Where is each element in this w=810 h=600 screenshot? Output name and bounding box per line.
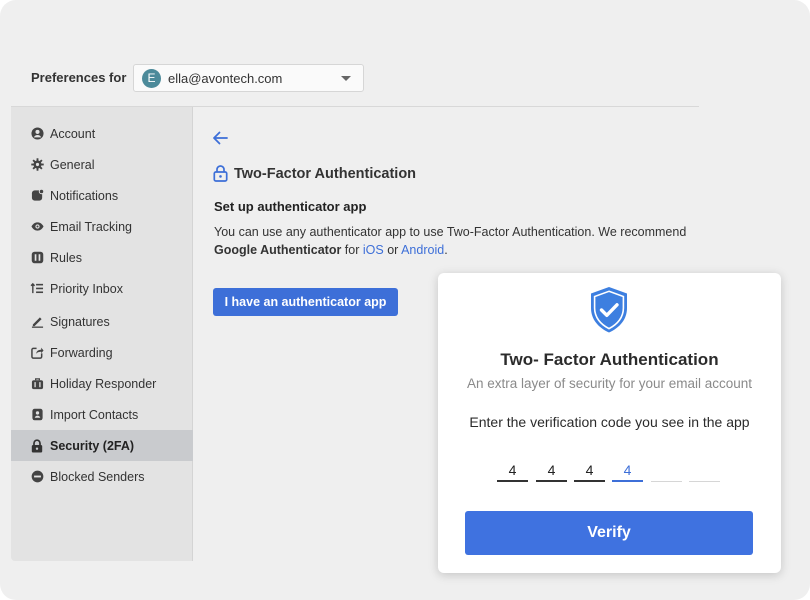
sidebar-item-priority-inbox[interactable]: Priority Inbox <box>11 273 193 304</box>
sidebar-item-email-tracking[interactable]: Email Tracking <box>11 211 193 242</box>
sidebar-item-general[interactable]: General <box>11 149 193 180</box>
app-window: Preferences for E ella@avontech.com Acco… <box>0 0 810 600</box>
code-digit-2[interactable]: 4 <box>536 462 567 482</box>
code-digit-1[interactable]: 4 <box>497 462 528 482</box>
forward-icon <box>30 346 44 360</box>
chevron-down-icon <box>341 76 351 81</box>
sidebar-item-label: Rules <box>50 250 82 265</box>
sidebar-item-label: Email Tracking <box>50 219 132 234</box>
setup-description: You can use any authenticator app to use… <box>214 223 694 259</box>
lock-icon <box>213 165 228 182</box>
sidebar-item-label: Notifications <box>50 188 119 203</box>
sidebar-item-label: Account <box>50 126 96 141</box>
account-icon <box>30 127 44 141</box>
android-link[interactable]: Android <box>401 243 444 257</box>
sidebar-item-label: Forwarding <box>50 345 113 360</box>
pen-icon <box>30 315 44 329</box>
sidebar: Account General Notifications Email Trac… <box>11 107 193 561</box>
sidebar-item-import-contacts[interactable]: Import Contacts <box>11 399 193 430</box>
priority-icon <box>30 282 44 296</box>
modal-subtitle: An extra layer of security for your emai… <box>466 376 753 391</box>
code-digit-6[interactable] <box>689 462 720 482</box>
sidebar-item-signatures[interactable]: Signatures <box>11 306 193 337</box>
verification-modal: Two- Factor Authentication An extra laye… <box>438 273 781 573</box>
gear-icon <box>30 158 44 172</box>
eye-icon <box>30 220 44 234</box>
contacts-icon <box>30 408 44 422</box>
rules-icon <box>30 251 44 265</box>
sidebar-item-security[interactable]: Security (2FA) <box>11 430 193 461</box>
back-arrow-icon[interactable] <box>211 129 229 147</box>
verify-button[interactable]: Verify <box>465 511 753 555</box>
sidebar-item-rules[interactable]: Rules <box>11 242 193 273</box>
lock-icon <box>30 438 44 453</box>
notifications-icon <box>30 189 44 203</box>
sidebar-item-account[interactable]: Account <box>11 118 193 149</box>
sidebar-item-label: Blocked Senders <box>50 469 145 484</box>
desc-text: . <box>444 243 448 257</box>
block-icon <box>30 470 44 484</box>
sidebar-item-holiday-responder[interactable]: Holiday Responder <box>11 368 193 399</box>
preferences-label: Preferences for <box>31 70 127 85</box>
sidebar-item-forwarding[interactable]: Forwarding <box>11 337 193 368</box>
page-title: Two-Factor Authentication <box>234 166 417 182</box>
sidebar-item-blocked-senders[interactable]: Blocked Senders <box>11 461 193 492</box>
desc-text: or <box>383 243 402 257</box>
modal-instruction: Enter the verification code you see in t… <box>469 414 750 430</box>
modal-title: Two- Factor Authentication <box>500 350 719 369</box>
sidebar-item-label: General <box>50 157 95 172</box>
desc-text: for <box>341 243 363 257</box>
code-digit-4[interactable]: 4 <box>612 462 643 482</box>
sidebar-item-label: Signatures <box>50 314 110 329</box>
desc-text: You can use any authenticator app to use… <box>214 225 687 239</box>
account-selector[interactable]: E ella@avontech.com <box>133 64 364 92</box>
have-authenticator-app-button[interactable]: I have an authenticator app <box>213 288 398 316</box>
sidebar-item-label: Import Contacts <box>50 407 139 422</box>
code-digit-5[interactable] <box>651 462 682 482</box>
ios-link[interactable]: iOS <box>363 243 384 257</box>
account-email: ella@avontech.com <box>168 70 283 86</box>
briefcase-icon <box>30 377 44 391</box>
sidebar-item-label: Security (2FA) <box>50 438 135 453</box>
code-digit-3[interactable]: 4 <box>574 462 605 482</box>
avatar: E <box>142 68 161 88</box>
sidebar-item-notifications[interactable]: Notifications <box>11 180 193 211</box>
sidebar-item-label: Holiday Responder <box>50 376 157 391</box>
recommended-app: Google Authenticator <box>214 243 342 257</box>
sidebar-item-label: Priority Inbox <box>50 281 123 296</box>
shield-check-icon <box>591 287 627 333</box>
setup-heading: Set up authenticator app <box>214 199 367 214</box>
